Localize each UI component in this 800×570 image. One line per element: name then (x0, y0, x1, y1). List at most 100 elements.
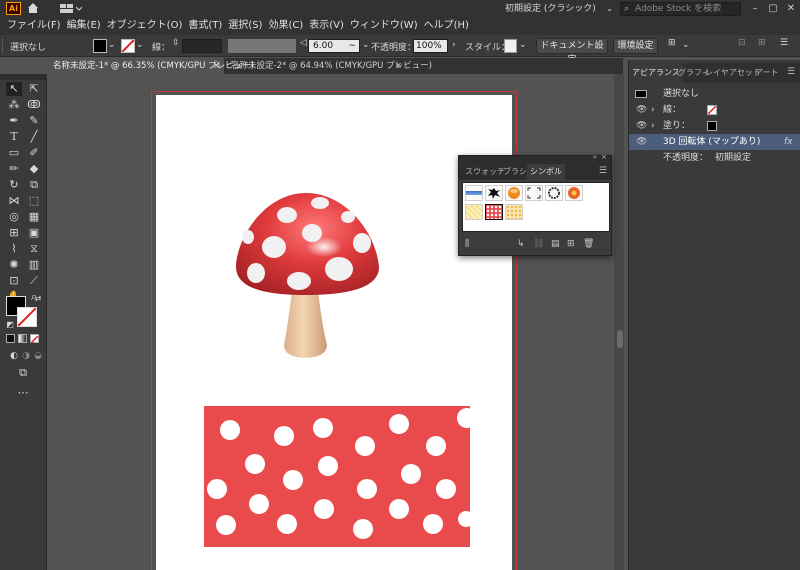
symbol-yellow-pattern[interactable] (465, 204, 483, 220)
slice-tool-icon[interactable]: ⟋ (26, 274, 42, 288)
artboard-tool-icon[interactable]: ⊡ (6, 274, 22, 288)
tab-appearance[interactable]: アピアランス (629, 63, 683, 83)
pen-tool-icon[interactable]: ✒ (6, 114, 22, 128)
appearance-row-fill[interactable]: 👁 › 塗り： (629, 118, 800, 134)
tab-layers[interactable]: レイヤ (705, 63, 729, 83)
grip-handle[interactable] (2, 39, 5, 53)
rotate-tool-icon[interactable]: ↻ (6, 178, 22, 192)
menu-view[interactable]: 表示(V) (306, 17, 347, 35)
width-tool-icon[interactable]: ⋈ (6, 194, 22, 208)
arrange-documents-icon[interactable] (60, 3, 83, 14)
stroke-color-swatch[interactable] (17, 307, 37, 327)
tab-artboards[interactable]: アート (755, 63, 779, 83)
appearance-row-3d-revolve[interactable]: 👁 3D 回転体 (マップあり) fx (629, 134, 800, 150)
eye-icon[interactable]: 👁 (636, 134, 647, 150)
expand-arrow-icon[interactable]: › (651, 118, 655, 134)
symbol-flower[interactable] (565, 185, 583, 201)
symbol-gear-ring[interactable] (545, 185, 563, 201)
stroke-swatch[interactable] (121, 39, 135, 53)
panel-menu-icon[interactable]: ☰ (780, 38, 788, 48)
line-tool-icon[interactable]: ╱ (26, 130, 42, 144)
menu-window[interactable]: ウィンドウ(W) (347, 17, 421, 35)
symbol-ink-splat[interactable] (485, 185, 503, 201)
close-icon[interactable]: × (395, 58, 402, 74)
style-swatch[interactable] (504, 39, 517, 53)
close-icon[interactable]: × (601, 153, 607, 161)
tab-document-1[interactable]: 名称未設定-1* @ 66.35% (CMYK/GPU プレビュー) × (48, 58, 254, 74)
curvature-tool-icon[interactable]: ✎ (26, 114, 42, 128)
appearance-row-stroke[interactable]: 👁 › 線： (629, 102, 800, 118)
workspace-switcher[interactable]: 初期設定 (クラシック) ⌄ (505, 2, 613, 16)
tab-swatches[interactable]: スウォッチ (465, 164, 505, 180)
chevron-right-icon[interactable]: › (452, 40, 456, 50)
menu-edit[interactable]: 編集(E) (64, 17, 104, 35)
arrange-icon[interactable]: ⊞ (668, 38, 676, 48)
perspective-grid-tool-icon[interactable]: ▦ (26, 210, 42, 224)
tab-symbols[interactable]: シンボル (527, 164, 565, 180)
break-link-icon[interactable]: ⛓ (533, 239, 544, 249)
opacity-input[interactable]: 100% (413, 39, 448, 53)
eye-icon[interactable]: 👁 (636, 118, 647, 134)
symbol-options-icon[interactable]: ▤ (551, 239, 560, 249)
color-mode-icon[interactable] (6, 334, 15, 343)
eyedropper-tool-icon[interactable]: ⌇ (6, 242, 22, 256)
eraser-tool-icon[interactable]: ◆ (26, 162, 42, 176)
stroke-weight-input[interactable] (182, 39, 222, 53)
fill-swatch[interactable] (707, 121, 717, 131)
direct-selection-tool-icon[interactable]: ⇱ (26, 82, 42, 96)
screen-mode-icon[interactable]: ⧉ (15, 366, 31, 380)
free-transform-tool-icon[interactable]: ⬚ (26, 194, 42, 208)
menu-type[interactable]: 書式(T) (185, 17, 225, 35)
canvas-area[interactable] (48, 74, 614, 570)
menu-file[interactable]: ファイル(F) (4, 17, 64, 35)
scale-tool-icon[interactable]: ⧉ (26, 178, 42, 192)
chevron-down-icon[interactable]: ⌄ (108, 40, 116, 50)
delete-symbol-icon[interactable]: 🗑 (583, 239, 594, 249)
symbol-yellow-dots[interactable] (505, 204, 523, 220)
selection-tool-icon[interactable]: ↖ (6, 82, 22, 96)
eye-icon[interactable]: 👁 (636, 102, 647, 118)
symbol-orange-button[interactable] (505, 185, 523, 201)
appearance-row-opacity[interactable]: 不透明度： 初期設定 (629, 150, 800, 166)
chevron-down-icon[interactable]: ⌄ (362, 40, 370, 50)
stroke-label[interactable]: 線： (152, 40, 170, 53)
shaper-tool-icon[interactable]: ✏ (6, 162, 22, 176)
paintbrush-tool-icon[interactable]: ✐ (26, 146, 42, 160)
scrollbar-thumb[interactable] (617, 330, 623, 348)
mushroom-3d-artwork[interactable] (226, 185, 386, 365)
panel-header[interactable]: » × (459, 153, 611, 164)
symbol-blue-banner[interactable] (465, 185, 483, 201)
symbol-libraries-icon[interactable]: ⫼ (465, 239, 469, 249)
menu-select[interactable]: 選択(S) (225, 17, 265, 35)
close-icon[interactable]: × (213, 58, 220, 74)
symbol-sprayer-tool-icon[interactable]: ✺ (6, 258, 22, 272)
stepper-icon[interactable]: ⇳ (172, 38, 180, 48)
default-colors-icon[interactable]: ◩ (2, 318, 18, 332)
panel-menu-icon[interactable]: ☰ (787, 67, 795, 77)
chevron-down-icon[interactable]: ⌄ (682, 40, 690, 50)
expand-arrow-icon[interactable]: › (651, 102, 655, 118)
gradient-mode-icon[interactable] (18, 334, 27, 343)
home-icon[interactable] (26, 1, 40, 15)
distribute-icon[interactable]: ⊞ (758, 38, 766, 48)
effect-label[interactable]: 3D 回転体 (マップあり) (663, 134, 760, 150)
collapse-icon[interactable]: » (593, 153, 597, 161)
polka-dot-pattern-rectangle[interactable] (204, 406, 470, 547)
menu-help[interactable]: ヘルプ(H) (421, 17, 472, 35)
place-symbol-icon[interactable]: ↳ (517, 239, 525, 249)
variable-width-profile[interactable] (228, 39, 296, 53)
gradient-tool-icon[interactable]: ▣ (26, 226, 42, 240)
document-setup-button[interactable]: ドキュメント設定 (536, 38, 608, 65)
menu-object[interactable]: オブジェクト(O) (104, 17, 186, 35)
align-icon[interactable]: ⊟ (738, 38, 746, 48)
chevron-down-icon[interactable]: ⌄ (519, 40, 527, 50)
blend-tool-icon[interactable]: ⧖ (26, 242, 42, 256)
preferences-button[interactable]: 環境設定 (613, 38, 658, 54)
chevron-down-icon[interactable]: ⌄ (136, 40, 144, 50)
minimize-icon[interactable]: – (746, 0, 764, 17)
tab-document-2[interactable]: 名称未設定-2* @ 64.94% (CMYK/GPU プレビュー) × (226, 58, 432, 74)
stock-search-input[interactable]: ⌕ Adobe Stock を検索 (620, 2, 741, 16)
shape-builder-tool-icon[interactable]: ◎ (6, 210, 22, 224)
type-tool-icon[interactable]: T (6, 130, 22, 144)
rectangle-tool-icon[interactable]: ▭ (6, 146, 22, 160)
